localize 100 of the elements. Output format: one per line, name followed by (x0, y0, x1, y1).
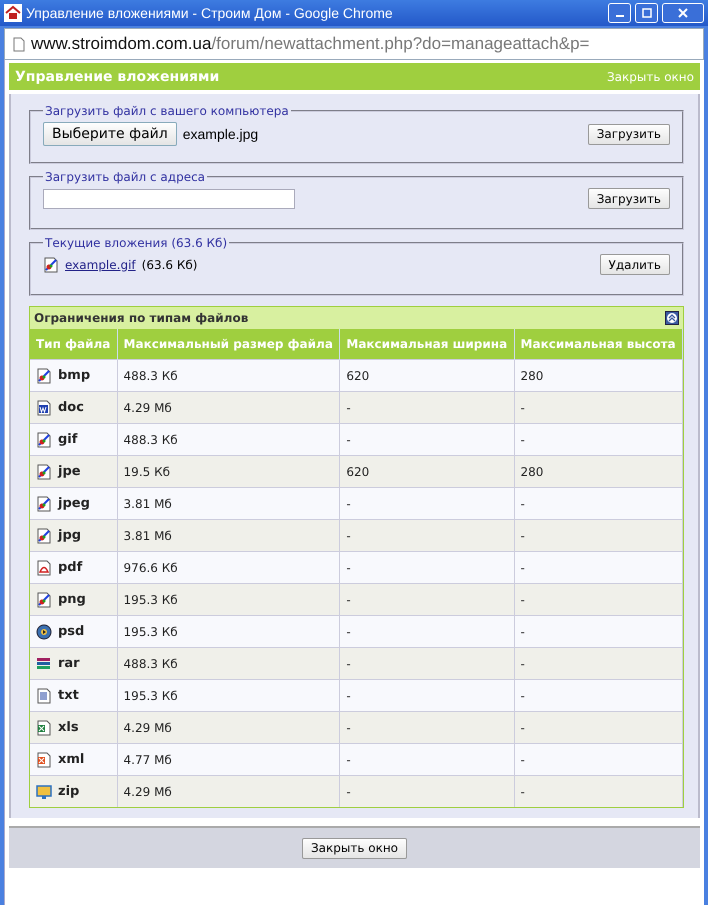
minimize-button[interactable] (608, 3, 631, 23)
table-cell: - (514, 584, 682, 616)
attachment-size: (63.6 Кб) (142, 258, 198, 272)
close-window-button[interactable]: Закрыть окно (302, 838, 408, 858)
limits-title: Ограничения по типам файлов (34, 311, 248, 325)
image-file-icon (36, 528, 52, 544)
table-cell: - (340, 488, 514, 520)
image-file-icon (36, 464, 52, 480)
close-button[interactable] (662, 3, 704, 23)
table-cell: - (514, 712, 682, 744)
table-cell: - (514, 776, 682, 807)
table-cell: - (514, 392, 682, 424)
table-cell: 280 (514, 456, 682, 488)
file-type: gif (58, 432, 78, 448)
table-cell: 4.77 Мб (117, 744, 340, 776)
table-cell: 195.3 Кб (117, 616, 340, 648)
table-cell: - (514, 552, 682, 584)
table-cell: - (340, 680, 514, 712)
header-title: Управление вложениями (15, 68, 220, 84)
media-disc-icon (36, 624, 52, 640)
table-cell: - (340, 520, 514, 552)
upload-button[interactable]: Загрузить (588, 124, 670, 144)
maximize-button[interactable] (635, 3, 658, 23)
table-cell: 488.3 Кб (117, 360, 340, 392)
file-type: xml (58, 752, 84, 768)
section-legend: Загрузить файл с вашего компьютера (43, 104, 291, 118)
table-cell: - (340, 424, 514, 456)
table-cell: - (340, 648, 514, 680)
upload-button[interactable]: Загрузить (588, 188, 670, 209)
file-type: zip (58, 784, 80, 800)
column-header: Максимальная высота (514, 329, 682, 360)
table-cell: - (514, 424, 682, 456)
table-cell: 976.6 Кб (117, 552, 340, 584)
table-cell: 195.3 Кб (117, 584, 340, 616)
file-type: jpe (58, 464, 81, 480)
table-cell: - (340, 552, 514, 584)
attachment-link[interactable]: example.gif (65, 258, 136, 272)
table-cell: - (340, 392, 514, 424)
column-header: Тип файла (30, 329, 118, 360)
section-legend: Загрузить файл с адреса (43, 170, 208, 184)
file-type: xls (58, 720, 79, 736)
table-cell: - (340, 712, 514, 744)
table-cell: 4.29 Мб (117, 776, 340, 807)
file-type: pdf (58, 560, 82, 576)
file-name: example.jpg (182, 126, 260, 142)
file-type: bmp (58, 368, 90, 384)
file-type: rar (58, 656, 80, 672)
table-cell: - (514, 680, 682, 712)
column-header: Максимальный размер файла (117, 329, 340, 360)
house-logo-icon (4, 4, 22, 22)
table-cell: 4.29 Мб (117, 392, 340, 424)
image-file-icon (36, 592, 52, 608)
file-type: png (58, 592, 86, 608)
column-header: Максимальная ширина (340, 329, 514, 360)
file-type: jpeg (58, 496, 90, 512)
image-file-icon (36, 496, 52, 512)
delete-button[interactable]: Удалить (600, 254, 670, 275)
table-cell: 4.29 Мб (117, 712, 340, 744)
image-file-icon (36, 368, 52, 384)
image-file-icon (36, 432, 52, 448)
file-type: psd (58, 624, 84, 640)
file-type: doc (58, 400, 84, 416)
document-x-icon (36, 752, 52, 768)
pdf-document-icon (36, 560, 52, 576)
choose-file-button[interactable]: Выберите файл (43, 122, 177, 146)
address-bar[interactable]: www.stroimdom.com.ua/forum/newattachment.php?do=manageattach&p= (4, 28, 704, 60)
close-icon (678, 8, 688, 18)
table-cell: - (514, 648, 682, 680)
minimize-icon (616, 15, 624, 17)
url-input-field[interactable] (43, 188, 295, 208)
table-cell: - (340, 776, 514, 807)
file-type: txt (58, 688, 79, 704)
table-cell: 620 (340, 360, 514, 392)
books-stack-icon (36, 656, 52, 672)
table-cell: - (340, 616, 514, 648)
table-cell: - (514, 488, 682, 520)
table-cell: 488.3 Кб (117, 424, 340, 456)
page-icon (13, 36, 25, 52)
table-cell: 3.81 Мб (117, 520, 340, 552)
collapse-icon[interactable] (665, 311, 679, 325)
table-cell: 488.3 Кб (117, 648, 340, 680)
table-cell: - (514, 520, 682, 552)
table-cell: 620 (340, 456, 514, 488)
table-cell: 3.81 Мб (117, 488, 340, 520)
table-cell: - (340, 584, 514, 616)
table-cell: - (340, 744, 514, 776)
table-cell: - (514, 616, 682, 648)
text-document-icon (36, 688, 52, 704)
spreadsheet-icon (36, 720, 52, 736)
word-document-icon (36, 400, 52, 416)
maximize-icon (642, 8, 652, 18)
table-cell: 280 (514, 360, 682, 392)
table-cell: - (514, 744, 682, 776)
window-title: Управление вложениями - Строим Дом - Google Chrome (26, 5, 394, 21)
table-cell: 195.3 Кб (117, 680, 340, 712)
monitor-icon (36, 784, 52, 800)
table-cell: 19.5 Кб (117, 456, 340, 488)
section-legend: Текущие вложения (63.6 Кб) (43, 236, 230, 250)
file-type: jpg (58, 528, 82, 544)
image-file-icon (43, 256, 59, 272)
